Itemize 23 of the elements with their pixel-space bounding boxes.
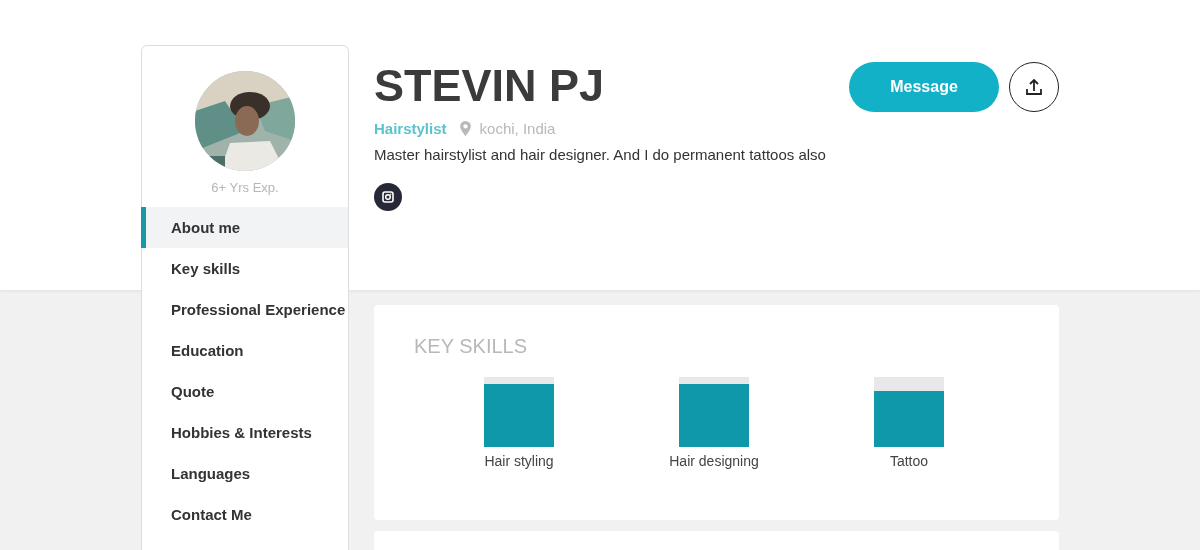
sidebar-item[interactable]: Languages — [141, 453, 348, 494]
sidebar-item[interactable]: Contact Me — [141, 494, 348, 535]
bio-text: Master hairstylist and hair designer. And I do permanent tattoos also — [374, 146, 826, 163]
profile-name: STEVIN PJ — [374, 60, 605, 112]
location-text: kochi, India — [479, 120, 556, 137]
skill-meter — [874, 377, 944, 447]
sidebar-item[interactable]: Hobbies & Interests — [141, 412, 348, 453]
skill-meter — [484, 377, 554, 447]
sidebar-item[interactable]: Professional Experience — [141, 289, 348, 330]
instagram-icon[interactable] — [374, 183, 402, 211]
sidebar-item[interactable]: About me — [141, 207, 348, 248]
experience-text: 6+ Yrs Exp. — [211, 180, 279, 195]
sidebar-item[interactable]: Quote — [141, 371, 348, 412]
sidebar-item[interactable]: Education — [141, 330, 348, 371]
sidebar-item[interactable]: Key skills — [141, 248, 348, 289]
skill-label: Tattoo — [889, 453, 929, 469]
share-icon — [1024, 77, 1044, 97]
skill-label: Hair designing — [669, 453, 759, 469]
skill-meter — [679, 377, 749, 447]
location-pin-icon — [459, 121, 471, 136]
section-title: KEY SKILLS — [414, 335, 529, 358]
skill-label: Hair styling — [484, 453, 554, 469]
role-text: Hairstylist — [374, 120, 447, 137]
